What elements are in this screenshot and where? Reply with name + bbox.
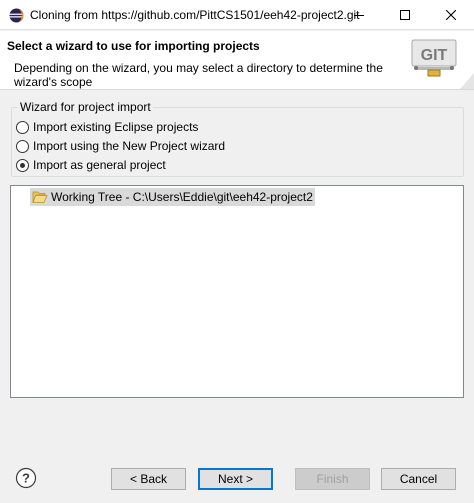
help-icon[interactable]: ? bbox=[15, 467, 37, 489]
radio-label: Import as general project bbox=[33, 158, 166, 172]
git-logo-icon: GIT bbox=[411, 39, 457, 77]
eclipse-icon bbox=[9, 8, 24, 23]
close-button[interactable] bbox=[428, 0, 474, 30]
radio-button[interactable] bbox=[16, 120, 29, 134]
folder-open-icon bbox=[32, 191, 48, 203]
next-button[interactable]: Next > bbox=[198, 468, 273, 490]
radio-import-general-project[interactable]: Import as general project bbox=[16, 158, 166, 172]
radio-label: Import using the New Project wizard bbox=[33, 139, 226, 153]
finish-button[interactable]: Finish bbox=[295, 468, 370, 490]
tree-item-working-tree[interactable]: Working Tree - C:\Users\Eddie\git\eeh42-… bbox=[30, 188, 315, 206]
banner-corner-decoration bbox=[460, 73, 474, 89]
window-titlebar: Cloning from https://github.com/PittCS15… bbox=[0, 0, 474, 30]
radio-button-selected[interactable] bbox=[16, 158, 29, 172]
minimize-button[interactable] bbox=[336, 0, 382, 30]
banner-description: Depending on the wizard, you may select … bbox=[14, 61, 383, 89]
cancel-button[interactable]: Cancel bbox=[381, 468, 456, 490]
maximize-button[interactable] bbox=[382, 0, 428, 30]
svg-text:?: ? bbox=[22, 471, 30, 486]
project-tree[interactable]: Working Tree - C:\Users\Eddie\git\eeh42-… bbox=[10, 185, 464, 398]
back-button[interactable]: < Back bbox=[111, 468, 186, 490]
tree-item-label: Working Tree - C:\Users\Eddie\git\eeh42-… bbox=[51, 190, 313, 204]
git-logo-text: GIT bbox=[421, 47, 448, 64]
maximize-icon bbox=[400, 10, 410, 20]
wizard-banner: Select a wizard to use for importing pro… bbox=[0, 31, 474, 90]
minimize-icon bbox=[354, 15, 364, 16]
radio-label: Import existing Eclipse projects bbox=[33, 120, 199, 134]
radio-button[interactable] bbox=[16, 139, 29, 153]
wizard-group-label: Wizard for project import bbox=[18, 100, 153, 114]
banner-title: Select a wizard to use for importing pro… bbox=[7, 39, 260, 53]
radio-import-existing-eclipse[interactable]: Import existing Eclipse projects bbox=[16, 120, 198, 134]
window-title: Cloning from https://github.com/PittCS15… bbox=[30, 8, 360, 22]
radio-import-new-project-wizard[interactable]: Import using the New Project wizard bbox=[16, 139, 225, 153]
close-icon bbox=[446, 10, 456, 20]
